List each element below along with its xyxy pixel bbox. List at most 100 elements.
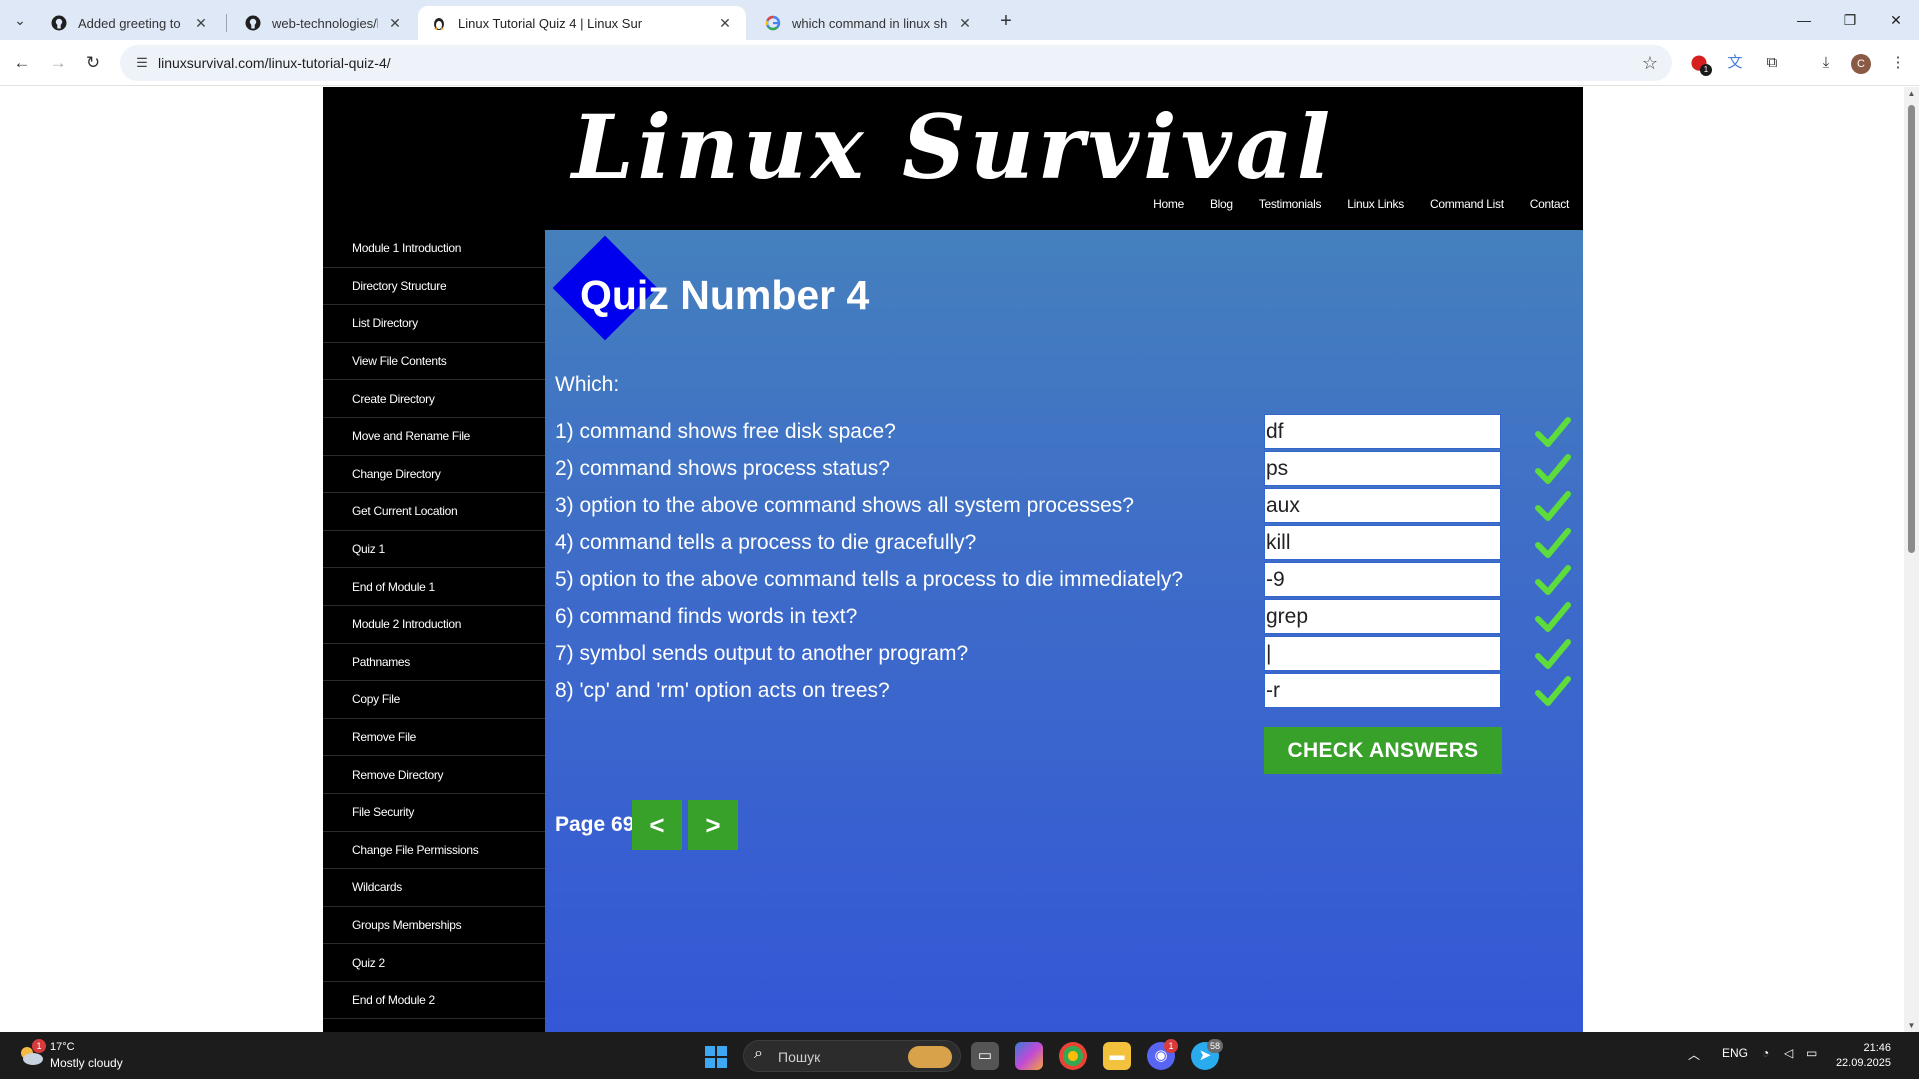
sidebar-item[interactable]: Module 2 Introduction (323, 606, 545, 644)
file-explorer-icon[interactable]: ▬ (1103, 1042, 1131, 1070)
browser-tab[interactable]: Added greeting to ReadME by ✕ (38, 6, 222, 40)
language-indicator[interactable]: ENG (1722, 1046, 1748, 1060)
volume-icon[interactable]: ◁ (1784, 1046, 1793, 1060)
nav-testimonials[interactable]: Testimonials (1259, 197, 1322, 211)
browser-tab-active[interactable]: Linux Tutorial Quiz 4 | Linux Sur ✕ (418, 6, 746, 40)
answer-field[interactable] (1264, 414, 1501, 449)
correct-check-icon (1535, 417, 1571, 447)
weather-description[interactable]: Mostly cloudy (50, 1056, 123, 1070)
question-text: 2) command shows process status? (555, 457, 890, 480)
sidebar-item[interactable]: List Directory (323, 305, 545, 343)
url-text[interactable]: linuxsurvival.com/linux-tutorial-quiz-4/ (158, 45, 391, 81)
back-arrow-icon[interactable]: ← (8, 49, 36, 77)
github-icon (244, 14, 262, 32)
tab-search-chevron-icon[interactable]: ⌄ (8, 8, 32, 32)
battery-icon[interactable]: ▭ (1806, 1046, 1817, 1060)
download-icon[interactable]: ⤓ (1812, 49, 1840, 77)
sidebar-item[interactable]: Remove File (323, 719, 545, 757)
translate-icon[interactable]: 文 (1721, 49, 1749, 77)
correct-check-icon (1535, 454, 1571, 484)
previous-page-button[interactable]: < (632, 800, 682, 850)
telegram-badge: 58 (1207, 1039, 1223, 1053)
question-text: 6) command finds words in text? (555, 605, 858, 628)
scroll-down-arrow-icon[interactable]: ▼ (1907, 1021, 1916, 1030)
answer-field[interactable] (1264, 525, 1501, 560)
sidebar-item[interactable]: Copy File (323, 681, 545, 719)
minimize-icon[interactable]: — (1781, 0, 1827, 40)
restore-window-icon[interactable]: ❐ (1827, 0, 1873, 40)
system-clock[interactable]: 21:46 22.09.2025 (1836, 1041, 1891, 1071)
address-bar[interactable]: ☰ linuxsurvival.com/linux-tutorial-quiz-… (120, 45, 1672, 81)
nav-home[interactable]: Home (1153, 197, 1184, 211)
question-text: 3) option to the above command shows all… (555, 494, 1134, 517)
answer-field[interactable] (1264, 451, 1501, 486)
sidebar-item[interactable]: Create Directory (323, 380, 545, 418)
answer-field[interactable] (1264, 488, 1501, 523)
tab-close-icon[interactable]: ✕ (716, 14, 734, 32)
tray-expand-chevron-icon[interactable]: ︿ (1688, 1046, 1700, 1063)
site-info-icon[interactable]: ☰ (132, 53, 152, 73)
extensions-puzzle-icon[interactable]: ⧉ (1758, 49, 1786, 77)
task-view-icon[interactable]: ▭ (971, 1042, 999, 1070)
browser-toolbar: ← → ↻ ☰ linuxsurvival.com/linux-tutorial… (0, 40, 1919, 86)
sidebar-item[interactable]: Groups Memberships (323, 907, 545, 945)
discord-badge: 1 (1164, 1039, 1178, 1053)
tab-title: Added greeting to ReadME by (78, 15, 184, 31)
quiz-question-row: 2) command shows process status? (555, 451, 1575, 488)
next-page-button[interactable]: > (688, 800, 738, 850)
chrome-taskbar-icon[interactable] (1059, 1042, 1087, 1070)
sidebar-item[interactable]: Change File Permissions (323, 832, 545, 870)
sidebar-item[interactable]: Remove Directory (323, 756, 545, 794)
site-logo[interactable]: Linux Survival (323, 95, 1583, 199)
windows-start-icon[interactable] (705, 1046, 727, 1068)
forward-arrow-icon[interactable]: → (44, 49, 72, 77)
sidebar-item[interactable]: Change Directory (323, 456, 545, 494)
correct-check-icon (1535, 676, 1571, 706)
sidebar-item[interactable]: End of Module 2 (323, 982, 545, 1020)
browser-tab[interactable]: which command in linux shows ✕ (752, 6, 986, 40)
question-text: 7) symbol sends output to another progra… (555, 642, 969, 665)
tab-close-icon[interactable]: ✕ (386, 14, 404, 32)
search-icon: ⌕ (754, 1045, 763, 1062)
nav-linux-links[interactable]: Linux Links (1347, 197, 1404, 211)
answer-field[interactable] (1264, 562, 1501, 597)
sidebar-item[interactable]: Pathnames (323, 644, 545, 682)
nav-blog[interactable]: Blog (1210, 197, 1233, 211)
sidebar-item[interactable]: Get Current Location (323, 493, 545, 531)
answer-field[interactable] (1264, 636, 1501, 671)
scrollbar-thumb[interactable] (1908, 105, 1915, 553)
reload-icon[interactable]: ↻ (79, 49, 107, 77)
new-tab-plus-icon[interactable]: + (993, 8, 1019, 34)
weather-temperature[interactable]: 17°C (50, 1041, 75, 1053)
close-window-icon[interactable]: ✕ (1873, 0, 1919, 40)
check-answers-button[interactable]: CHECK ANSWERS (1264, 727, 1502, 774)
linux-survival-favicon-icon (430, 14, 448, 32)
taskbar-search-box[interactable]: ⌕ Пошук (743, 1040, 961, 1072)
profile-avatar[interactable]: C (1851, 54, 1871, 74)
browser-tab-strip: ⌄ Added greeting to ReadME by ✕ web-tech… (0, 0, 1919, 40)
windows-taskbar: 1 17°C Mostly cloudy ⌕ Пошук ▭ ▬ ◉ 1 ➤ 5… (0, 1032, 1919, 1079)
copilot-icon[interactable] (1015, 1042, 1043, 1070)
browser-tab[interactable]: web-technologies/html-css/lab ✕ (232, 6, 416, 40)
sidebar-item[interactable]: Directory Structure (323, 268, 545, 306)
bookmark-star-icon[interactable]: ☆ (1642, 45, 1658, 81)
wifi-icon[interactable]: ◔ (1762, 1046, 1769, 1060)
sidebar-item[interactable]: Quiz 1 (323, 531, 545, 569)
browser-menu-icon[interactable]: ⋮ (1884, 49, 1912, 77)
scroll-up-arrow-icon[interactable]: ▲ (1907, 89, 1916, 98)
tab-close-icon[interactable]: ✕ (956, 14, 974, 32)
sidebar-item[interactable]: End of Module 1 (323, 568, 545, 606)
sidebar-item[interactable]: File Security (323, 794, 545, 832)
sidebar-item[interactable]: Module 1 Introduction (323, 230, 545, 268)
nav-command-list[interactable]: Command List (1430, 197, 1504, 211)
tab-close-icon[interactable]: ✕ (192, 14, 210, 32)
sidebar-item[interactable]: Move and Rename File (323, 418, 545, 456)
page-scrollbar[interactable]: ▲ ▼ (1904, 87, 1919, 1032)
quiz-question-row: 3) option to the above command shows all… (555, 488, 1575, 525)
sidebar-item[interactable]: Quiz 2 (323, 944, 545, 982)
sidebar-item[interactable]: View File Contents (323, 343, 545, 381)
nav-contact[interactable]: Contact (1530, 197, 1570, 211)
answer-field[interactable] (1264, 599, 1501, 634)
answer-field[interactable] (1264, 673, 1501, 708)
sidebar-item[interactable]: Wildcards (323, 869, 545, 907)
